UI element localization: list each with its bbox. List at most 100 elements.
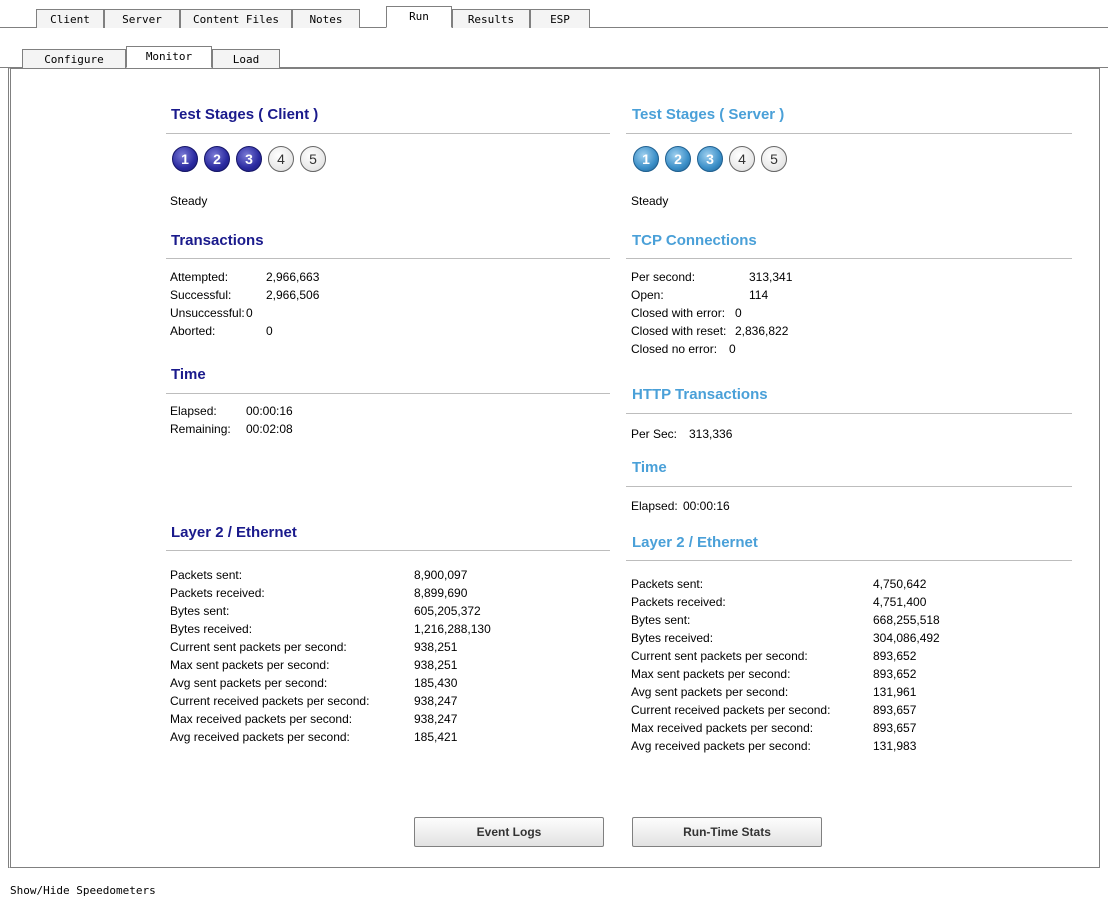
server-tcp-title: TCP Connections bbox=[632, 232, 757, 249]
client-stages-rule bbox=[166, 133, 610, 134]
list-item: Per Sec: 313,336 bbox=[631, 425, 732, 443]
client-stages-title: Test Stages ( Client ) bbox=[171, 106, 319, 123]
client-stage-1-icon: 1 bbox=[172, 146, 198, 172]
list-item: Bytes sent: 668,255,518 bbox=[631, 611, 940, 629]
stat-label: Packets received: bbox=[631, 595, 726, 609]
stat-label: Avg received packets per second: bbox=[631, 739, 811, 753]
stat-value: 00:02:08 bbox=[246, 422, 293, 436]
list-item: Max received packets per second: 938,247 bbox=[170, 710, 491, 728]
stat-label: Closed no error: bbox=[631, 342, 718, 356]
stat-value: 8,899,690 bbox=[414, 586, 468, 600]
stat-value: 938,247 bbox=[414, 712, 458, 726]
list-item: Avg received packets per second: 131,983 bbox=[631, 737, 940, 755]
stat-value: 304,086,492 bbox=[873, 631, 940, 645]
stat-value: 938,251 bbox=[414, 658, 458, 672]
list-item: Packets received: 8,899,690 bbox=[170, 584, 491, 602]
stat-value: 1,216,288,130 bbox=[414, 622, 491, 636]
server-http-rule bbox=[626, 413, 1072, 414]
stat-value: 00:00:16 bbox=[683, 499, 730, 513]
tab-client[interactable]: Client bbox=[36, 9, 104, 28]
list-item: Per second: 313,341 bbox=[631, 268, 792, 286]
server-stages-title: Test Stages ( Server ) bbox=[632, 106, 785, 123]
stat-value: 893,657 bbox=[873, 703, 917, 717]
sub-tab-bar: Configure Monitor Load bbox=[0, 46, 1108, 68]
tab-run[interactable]: Run bbox=[386, 6, 452, 28]
list-item: Open: 114 bbox=[631, 286, 792, 304]
server-stage-2-icon: 2 bbox=[665, 146, 691, 172]
tab-notes[interactable]: Notes bbox=[292, 9, 360, 28]
stat-value: 131,961 bbox=[873, 685, 917, 699]
stat-label: Avg received packets per second: bbox=[170, 730, 350, 744]
stat-label: Bytes received: bbox=[631, 631, 714, 645]
stat-value: 00:00:16 bbox=[246, 404, 293, 418]
stat-value: 938,251 bbox=[414, 640, 458, 654]
stat-label: Avg sent packets per second: bbox=[170, 676, 328, 690]
list-item: Avg sent packets per second: 185,430 bbox=[170, 674, 491, 692]
stat-label: Bytes received: bbox=[170, 622, 253, 636]
stat-value: 4,750,642 bbox=[873, 577, 927, 591]
list-item: Current received packets per second: 938,… bbox=[170, 692, 491, 710]
stat-label: Current received packets per second: bbox=[631, 703, 831, 717]
server-tcp-list: Per second: 313,341 Open: 114 Closed with … bbox=[631, 268, 792, 358]
server-time-title: Time bbox=[632, 459, 667, 476]
server-status: Steady bbox=[631, 194, 669, 208]
server-http-list: Per Sec: 313,336 bbox=[631, 425, 732, 443]
list-item: Max received packets per second: 893,657 bbox=[631, 719, 940, 737]
stat-label: Successful: bbox=[170, 288, 232, 302]
tab-content-files[interactable]: Content Files bbox=[180, 9, 292, 28]
list-item: Current sent packets per second: 938,251 bbox=[170, 638, 491, 656]
server-stage-1-icon: 1 bbox=[633, 146, 659, 172]
client-time-rule bbox=[166, 393, 610, 394]
list-item: Avg sent packets per second: 131,961 bbox=[631, 683, 940, 701]
stat-label: Current received packets per second: bbox=[170, 694, 370, 708]
tab-configure[interactable]: Configure bbox=[22, 49, 126, 68]
server-stage-4-icon: 4 bbox=[729, 146, 755, 172]
client-transactions-list: Attempted: 2,966,663 Successful: 2,966,506… bbox=[170, 268, 319, 340]
server-stage-5-icon: 5 bbox=[761, 146, 787, 172]
list-item: Packets sent: 8,900,097 bbox=[170, 566, 491, 584]
list-item: Aborted: 0 bbox=[170, 322, 319, 340]
stat-label: Closed with error: bbox=[631, 306, 726, 320]
server-time-rule bbox=[626, 486, 1072, 487]
stat-label: Aborted: bbox=[170, 324, 216, 338]
stat-value: 893,652 bbox=[873, 649, 917, 663]
list-item: Closed with reset: 2,836,822 bbox=[631, 322, 792, 340]
stat-label: Per second: bbox=[631, 270, 696, 284]
stat-label: Per Sec: bbox=[631, 427, 678, 441]
runtime-stats-button[interactable]: Run-Time Stats bbox=[632, 817, 822, 847]
stat-label: Remaining: bbox=[170, 422, 231, 436]
list-item: Bytes received: 304,086,492 bbox=[631, 629, 940, 647]
stat-value: 0 bbox=[729, 342, 736, 356]
stat-label: Max sent packets per second: bbox=[631, 667, 791, 681]
stat-label: Max received packets per second: bbox=[170, 712, 353, 726]
event-logs-button[interactable]: Event Logs bbox=[414, 817, 604, 847]
stat-value: 185,430 bbox=[414, 676, 458, 690]
stat-value: 938,247 bbox=[414, 694, 458, 708]
client-transactions-title: Transactions bbox=[171, 232, 264, 249]
list-item: Closed no error: 0 bbox=[631, 340, 792, 358]
list-item: Elapsed: 00:00:16 bbox=[170, 402, 293, 420]
stat-value: 8,900,097 bbox=[414, 568, 468, 582]
stat-value: 0 bbox=[246, 306, 253, 320]
client-layer2-list: Packets sent: 8,900,097 Packets received:… bbox=[170, 566, 491, 746]
tab-load[interactable]: Load bbox=[212, 49, 280, 68]
stat-label: Packets received: bbox=[170, 586, 265, 600]
tab-monitor[interactable]: Monitor bbox=[126, 46, 212, 68]
show-hide-speedometers-link[interactable]: Show/Hide Speedometers bbox=[10, 884, 156, 897]
list-item: Current received packets per second: 893,… bbox=[631, 701, 940, 719]
stat-value: 114 bbox=[749, 288, 769, 302]
client-stage-5-icon: 5 bbox=[300, 146, 326, 172]
tab-server[interactable]: Server bbox=[104, 9, 180, 28]
list-item: Remaining: 00:02:08 bbox=[170, 420, 293, 438]
list-item: Packets received: 4,751,400 bbox=[631, 593, 940, 611]
stat-value: 185,421 bbox=[414, 730, 458, 744]
tab-results[interactable]: Results bbox=[452, 9, 530, 28]
server-time-list: Elapsed: 00:00:16 bbox=[631, 497, 730, 515]
server-layer2-title: Layer 2 / Ethernet bbox=[632, 534, 758, 551]
stat-value: 0 bbox=[735, 306, 742, 320]
stat-label: Open: bbox=[631, 288, 664, 302]
tab-esp[interactable]: ESP bbox=[530, 9, 590, 28]
list-item: Avg received packets per second: 185,421 bbox=[170, 728, 491, 746]
server-layer2-rule bbox=[626, 560, 1072, 561]
stat-value: 893,657 bbox=[873, 721, 917, 735]
